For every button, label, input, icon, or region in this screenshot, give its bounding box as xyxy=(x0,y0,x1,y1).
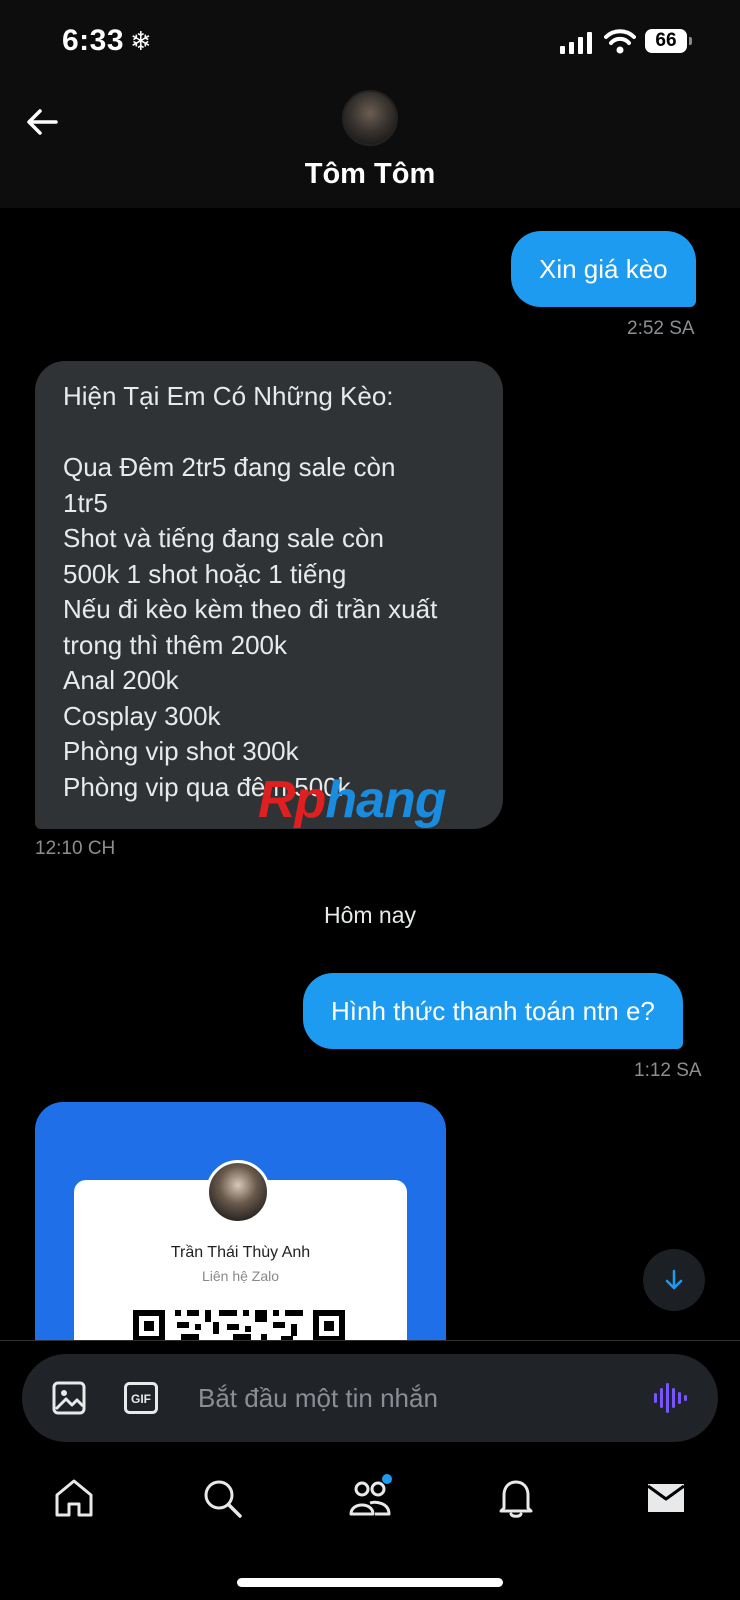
message-line: 500k 1 shot hoặc 1 tiếng xyxy=(63,558,347,589)
notifications-icon[interactable] xyxy=(494,1476,538,1520)
incoming-message[interactable]: Hiện Tại Em Có Những Kèo: Qua Đêm 2tr5 đ… xyxy=(35,361,503,829)
message-timestamp: 2:52 SA xyxy=(627,318,695,339)
zalo-avatar xyxy=(206,1160,270,1224)
message-composer: GIF xyxy=(22,1354,718,1442)
image-icon[interactable] xyxy=(52,1381,86,1415)
message-line: Shot và tiếng đang sale còn xyxy=(63,523,384,553)
contact-avatar[interactable] xyxy=(342,90,398,146)
message-line: Phòng vip shot 300k xyxy=(63,736,299,766)
scroll-to-bottom-button[interactable] xyxy=(643,1249,705,1311)
notification-dot xyxy=(382,1474,392,1484)
gif-icon[interactable]: GIF xyxy=(124,1382,158,1414)
watermark-part: hang xyxy=(325,771,446,829)
battery-tip xyxy=(689,37,692,45)
message-line: Nếu đi kèo kèm theo đi trần xuất xyxy=(63,594,438,624)
arrow-down-icon xyxy=(665,1269,683,1290)
message-timestamp: 1:12 SA xyxy=(634,1060,702,1081)
message-line: Cosplay 300k xyxy=(63,700,221,731)
wifi-icon xyxy=(604,29,636,54)
message-line xyxy=(63,415,475,451)
messages-icon[interactable] xyxy=(644,1476,688,1520)
day-separator: Hôm nay xyxy=(323,902,417,928)
message-line: Hiện Tại Em Có Những Kèo: xyxy=(63,381,394,411)
svg-text:GIF: GIF xyxy=(131,1392,151,1406)
outgoing-message[interactable]: Xin giá kèo xyxy=(511,231,696,307)
back-arrow-icon[interactable] xyxy=(22,102,62,142)
outgoing-message[interactable]: Hình thức thanh toán ntn e? xyxy=(303,973,683,1049)
message-line: trong thì thêm 200k xyxy=(63,629,288,660)
search-icon[interactable] xyxy=(200,1476,244,1520)
home-indicator xyxy=(237,1578,503,1587)
status-time: 6:33 xyxy=(62,24,125,57)
conversation-header: Tôm Tôm xyxy=(0,90,740,208)
bottom-navigation xyxy=(0,1452,740,1600)
zalo-contact-subtitle: Liên hệ Zalo xyxy=(201,1268,280,1284)
zalo-qr-image[interactable]: Trần Thái Thùy Anh Liên hệ Zalo xyxy=(35,1102,446,1342)
cellular-signal-icon xyxy=(560,32,592,54)
contact-name[interactable]: Tôm Tôm xyxy=(0,158,740,191)
status-bar: 6:33 ❄ 66 xyxy=(0,0,740,90)
home-icon[interactable] xyxy=(52,1476,96,1520)
zalo-contact-name: Trần Thái Thùy Anh xyxy=(170,1244,311,1261)
message-input[interactable] xyxy=(198,1376,618,1420)
message-line: 1tr5 xyxy=(63,487,108,518)
message-timestamp: 12:10 CH xyxy=(35,838,116,859)
snowflake-icon: ❄ xyxy=(130,26,152,56)
message-line: Qua Đêm 2tr5 đang sale còn xyxy=(63,452,396,482)
watermark-logo: Rphang xyxy=(258,770,447,830)
message-line: Anal 200k xyxy=(63,665,179,695)
battery-indicator: 66 xyxy=(645,29,687,53)
voice-message-icon[interactable] xyxy=(652,1380,688,1416)
watermark-part: Rp xyxy=(258,771,326,829)
qr-code-icon xyxy=(133,1310,345,1342)
